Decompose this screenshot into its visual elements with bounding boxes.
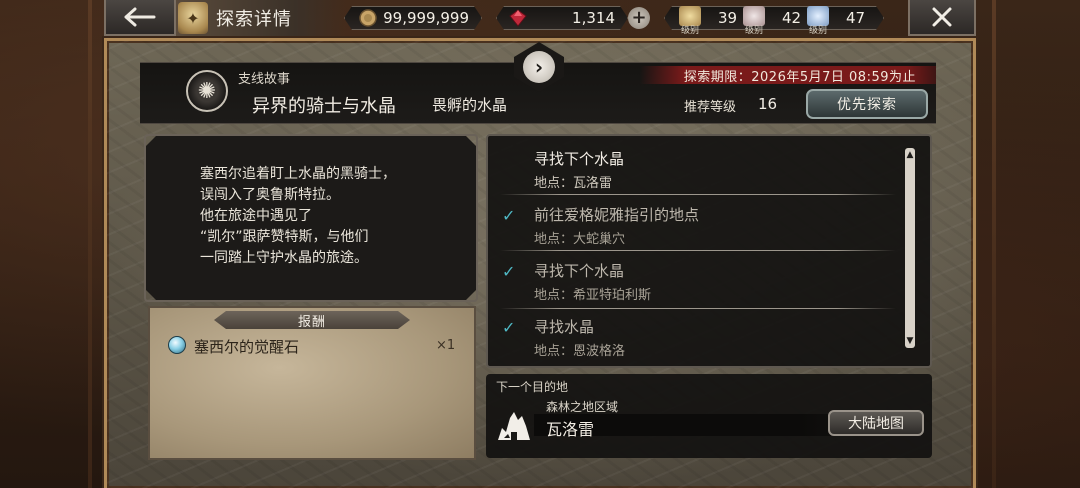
page-title: 探索详情 <box>216 9 292 30</box>
story-type: 支线故事 <box>238 72 291 87</box>
close-icon <box>932 7 952 27</box>
quest-title: 前往爱格妮雅指引的地点 <box>534 206 700 224</box>
title-plate: ✦ 探索详情 <box>176 0 346 36</box>
story-chapter: 畏孵的水晶 <box>432 96 508 114</box>
gold-rank-badge-icon <box>679 6 701 26</box>
blue-rank-badge-icon <box>807 6 829 26</box>
story-line: 塞西尔追着盯上水晶的黑骑士， <box>200 166 396 182</box>
rank-silver: 级别 <box>740 6 768 36</box>
quest-location: 地点：大蛇巢穴 <box>534 232 626 247</box>
check-icon: ✓ <box>502 206 516 225</box>
gem-amount: 1,314 <box>572 9 615 27</box>
quest-location: 地点：瓦洛雷 <box>534 176 613 191</box>
continent-map-label: 大陆地图 <box>848 416 904 432</box>
deadline-banner: 探索期限：2026年5月7日 08:59为止 <box>640 66 936 85</box>
quest-title: 寻找水晶 <box>534 318 595 336</box>
gold-amount: 99,999,999 <box>383 9 469 27</box>
background-stripe <box>88 0 92 488</box>
quest-location: 地点：希亚特珀利斯 <box>534 288 652 303</box>
rank-value: 39 <box>718 9 738 27</box>
explore-scroll-icon: ✦ <box>178 2 208 34</box>
rank-gold: 级别 <box>676 6 704 36</box>
compass-icon: ✺ <box>186 70 228 112</box>
scroll-up-icon[interactable]: ▲ <box>905 150 915 160</box>
quest-location: 地点：恩波格洛 <box>534 344 626 359</box>
add-gems-button[interactable]: + <box>628 7 650 29</box>
divider <box>500 194 896 195</box>
priority-explore-button[interactable]: 优先探索 <box>806 89 928 119</box>
story-line: “凯尔”跟萨赞特斯，与他们 <box>200 229 369 245</box>
reward-tab: 报酬 <box>214 311 410 329</box>
check-icon: ✓ <box>502 318 516 337</box>
priority-explore-label: 优先探索 <box>837 97 897 113</box>
divider <box>500 308 896 309</box>
rank-label: 级别 <box>744 26 763 36</box>
story-description: 塞西尔追着盯上水晶的黑骑士， 误闯入了奥鲁斯特拉。 他在旅途中遇见了 “凯尔”跟… <box>200 164 460 269</box>
silver-rank-badge-icon <box>743 6 765 26</box>
rank-value: 42 <box>782 9 802 27</box>
story-title: 异界的骑士与水晶 <box>252 96 396 117</box>
story-line: 一同踏上守护水晶的旅途。 <box>200 250 368 266</box>
quest-item: 前往爱格妮雅指引的地点 地点：大蛇巢穴 <box>534 204 926 247</box>
rank-label: 级别 <box>680 26 699 36</box>
rank-blue: 级别 <box>804 6 832 36</box>
quest-title: 寻找下个水晶 <box>534 150 625 168</box>
awakening-stone-icon[interactable] <box>168 336 186 354</box>
rank-value: 47 <box>846 9 866 27</box>
scroll-down-icon[interactable]: ▼ <box>905 336 915 346</box>
red-gem-icon <box>509 9 527 27</box>
close-button[interactable] <box>908 0 976 36</box>
quest-item: 寻找下个水晶 地点：希亚特珀利斯 <box>534 260 926 303</box>
top-bar: ✦ 探索详情 99,999,999 1,314 + 级别 39 级别 42 级别… <box>0 0 1080 36</box>
quest-scrollbar[interactable] <box>905 148 915 348</box>
back-button[interactable] <box>104 0 176 36</box>
next-arrow-icon[interactable]: › <box>523 51 555 83</box>
story-line: 他在旅途中遇见了 <box>200 208 312 224</box>
divider <box>500 250 896 251</box>
destination-name: 瓦洛雷 <box>546 420 595 439</box>
gold-coin-icon <box>359 9 377 27</box>
back-arrow-icon <box>124 7 156 27</box>
castle-icon <box>498 412 530 440</box>
quest-item: 寻找水晶 地点：恩波格洛 <box>534 316 926 359</box>
continent-map-button[interactable]: 大陆地图 <box>828 410 924 436</box>
check-icon: ✓ <box>502 262 516 281</box>
reward-tab-label: 报酬 <box>297 314 326 330</box>
rank-label: 级别 <box>808 26 827 36</box>
reward-item-quantity: ×1 <box>436 338 456 353</box>
deadline-text: 探索期限：2026年5月7日 08:59为止 <box>683 69 916 85</box>
story-line: 误闯入了奥鲁斯特拉。 <box>200 187 340 203</box>
quest-item: 寻找下个水晶 地点：瓦洛雷 <box>534 148 926 191</box>
recommended-level-label: 推荐等级 <box>684 100 737 115</box>
background-stripe <box>992 0 996 488</box>
reward-panel <box>148 306 476 460</box>
recommended-level-value: 16 <box>758 95 778 113</box>
next-destination-label: 下一个目的地 <box>496 380 569 394</box>
quest-title: 寻找下个水晶 <box>534 262 625 280</box>
destination-region: 森林之地区域 <box>546 400 619 414</box>
reward-item-name: 塞西尔的觉醒石 <box>194 338 300 356</box>
